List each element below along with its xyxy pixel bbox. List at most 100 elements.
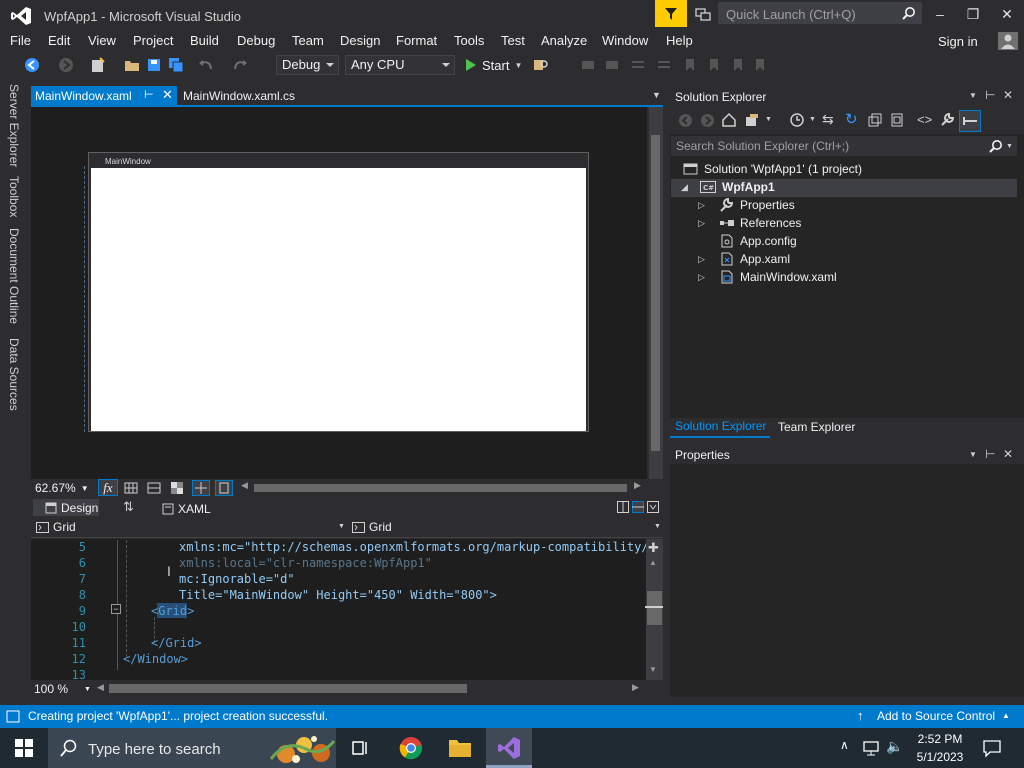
window-position-icon[interactable]: ▼ <box>969 450 977 459</box>
clear-bookmarks-icon[interactable] <box>752 57 768 73</box>
bookmark-icon[interactable] <box>682 57 698 73</box>
close-tab-icon[interactable]: ✕ <box>162 87 173 103</box>
windows-start-icon[interactable] <box>15 739 33 757</box>
chevron-down-icon[interactable]: ▼ <box>1006 143 1013 150</box>
chevron-down-icon[interactable]: ▼ <box>809 116 816 123</box>
pin-icon[interactable]: ⊢ <box>985 447 995 461</box>
window-position-icon[interactable]: ▼ <box>969 91 977 100</box>
redo-icon[interactable] <box>232 57 248 73</box>
grid-toggle-icon[interactable] <box>124 481 138 495</box>
vertical-split-icon[interactable] <box>617 501 629 513</box>
volume-icon[interactable]: 🔈 <box>886 738 903 755</box>
search-icon[interactable] <box>989 139 1003 153</box>
horizontal-split-icon[interactable] <box>632 501 644 513</box>
home-icon[interactable] <box>721 112 737 128</box>
code-horizontal-scroll-thumb[interactable] <box>109 684 467 693</box>
scroll-down-icon[interactable]: ▼ <box>649 665 657 674</box>
swap-panes-icon[interactable]: ⇅ <box>123 499 134 515</box>
visual-studio-logo-icon[interactable] <box>10 6 32 26</box>
close-button[interactable]: ✕ <box>996 4 1018 24</box>
tree-item-solution[interactable]: Solution 'WpfApp1' (1 project) <box>683 162 862 176</box>
zoom-dropdown[interactable]: 62.67% ▼ <box>35 480 93 496</box>
clock-time[interactable]: 2:52 PM <box>914 732 966 746</box>
chevron-up-icon[interactable]: ▲ <box>1002 711 1010 720</box>
refresh-icon[interactable]: ↻ <box>845 110 858 128</box>
chevron-down-icon[interactable]: ▼ <box>654 523 661 530</box>
forward-icon[interactable] <box>700 113 715 128</box>
new-project-icon[interactable] <box>90 57 106 73</box>
show-hidden-icons-chevron[interactable]: ∧ <box>840 738 849 752</box>
chrome-icon[interactable] <box>399 736 423 760</box>
network-icon[interactable] <box>862 740 880 756</box>
tree-item-app-config[interactable]: App.config <box>719 234 797 248</box>
menu-team[interactable]: Team <box>292 33 324 48</box>
menu-test[interactable]: Test <box>501 33 525 48</box>
quick-launch-input[interactable]: Quick Launch (Ctrl+Q) <box>718 2 922 24</box>
menu-debug[interactable]: Debug <box>237 33 275 48</box>
tab-mainwindow-xaml-cs[interactable]: MainWindow.xaml.cs <box>183 89 295 103</box>
toolbar-disabled-icon-1[interactable] <box>580 57 596 73</box>
menu-edit[interactable]: Edit <box>48 33 70 48</box>
pending-changes-filter-icon[interactable] <box>789 112 805 128</box>
back-icon[interactable] <box>678 113 693 128</box>
data-sources-tab[interactable]: Data Sources <box>7 338 21 411</box>
artboard-background-icon[interactable] <box>170 481 184 495</box>
task-view-icon[interactable] <box>350 738 370 758</box>
collapsed-arrow-icon[interactable]: ▷ <box>698 254 705 265</box>
add-to-source-control-button[interactable]: Add to Source Control <box>877 709 995 723</box>
start-debugging-button[interactable]: Start ▼ <box>464 56 522 74</box>
properties-wrench-icon[interactable] <box>939 112 955 128</box>
collapse-pane-icon[interactable] <box>647 501 659 513</box>
pin-icon[interactable]: ⊢ <box>985 88 995 102</box>
xaml-pane-tab[interactable]: XAML <box>162 502 211 516</box>
comment-lines-icon[interactable] <box>630 57 646 73</box>
snap-to-snaplines-icon[interactable] <box>192 480 210 496</box>
server-explorer-tab[interactable]: Server Explorer <box>7 84 21 167</box>
file-explorer-icon[interactable] <box>448 737 472 759</box>
wpf-grid-canvas[interactable] <box>91 168 586 431</box>
menu-build[interactable]: Build <box>190 33 219 48</box>
prev-bookmark-icon[interactable] <box>706 57 722 73</box>
tab-overflow-icon[interactable]: ▼ <box>652 90 661 100</box>
wpf-window-preview[interactable]: MainWindow <box>88 152 589 432</box>
menu-analyze[interactable]: Analyze <box>541 33 587 48</box>
scroll-up-icon[interactable]: ▲ <box>649 558 657 567</box>
scroll-left-icon[interactable]: ◀ <box>241 480 248 491</box>
feedback-icon[interactable] <box>694 5 712 23</box>
snap-to-grid-icon[interactable] <box>147 481 161 495</box>
menu-format[interactable]: Format <box>396 33 437 48</box>
menu-file[interactable]: File <box>10 33 31 48</box>
scroll-right-icon[interactable]: ▶ <box>634 480 641 491</box>
tab-team-explorer[interactable]: Team Explorer <box>778 420 855 434</box>
tree-item-references[interactable]: References <box>719 216 801 230</box>
maximize-button[interactable]: ❐ <box>962 4 984 24</box>
save-all-icon[interactable] <box>168 57 184 73</box>
solution-configuration-dropdown[interactable]: Debug <box>276 55 339 75</box>
effects-toggle-button[interactable]: fx <box>98 479 118 496</box>
scroll-left-icon[interactable]: ◀ <box>97 682 104 693</box>
collapsed-arrow-icon[interactable]: ▷ <box>698 200 705 211</box>
document-outline-tab[interactable]: Document Outline <box>7 228 21 324</box>
collapse-outline-icon[interactable]: − <box>111 604 121 614</box>
menu-window[interactable]: Window <box>602 33 648 48</box>
split-editor-icon[interactable]: ✚ <box>648 540 659 556</box>
menu-tools[interactable]: Tools <box>454 33 484 48</box>
sync-with-document-icon[interactable]: ⇆ <box>822 111 834 128</box>
undo-icon[interactable] <box>198 57 214 73</box>
chevron-down-icon[interactable]: ▼ <box>765 116 772 123</box>
sign-in-link[interactable]: Sign in <box>938 34 978 49</box>
preview-selected-items-button[interactable] <box>959 110 981 132</box>
account-icon[interactable] <box>998 32 1018 50</box>
pin-icon[interactable]: ⊢ <box>144 88 154 101</box>
menu-design[interactable]: Design <box>340 33 380 48</box>
chevron-down-icon[interactable]: ▼ <box>338 523 345 530</box>
close-icon[interactable]: ✕ <box>1003 88 1013 102</box>
toolbox-tab[interactable]: Toolbox <box>7 176 21 217</box>
expanded-arrow-icon[interactable]: ◢ <box>681 182 688 193</box>
collapsed-arrow-icon[interactable]: ▷ <box>698 218 705 229</box>
open-file-icon[interactable] <box>124 57 140 73</box>
tree-item-app-xaml[interactable]: App.xaml <box>719 252 790 266</box>
toolbar-disabled-icon-2[interactable] <box>604 57 620 73</box>
designer-scroll-thumb[interactable] <box>651 135 660 451</box>
collapse-all-icon[interactable] <box>867 112 883 128</box>
